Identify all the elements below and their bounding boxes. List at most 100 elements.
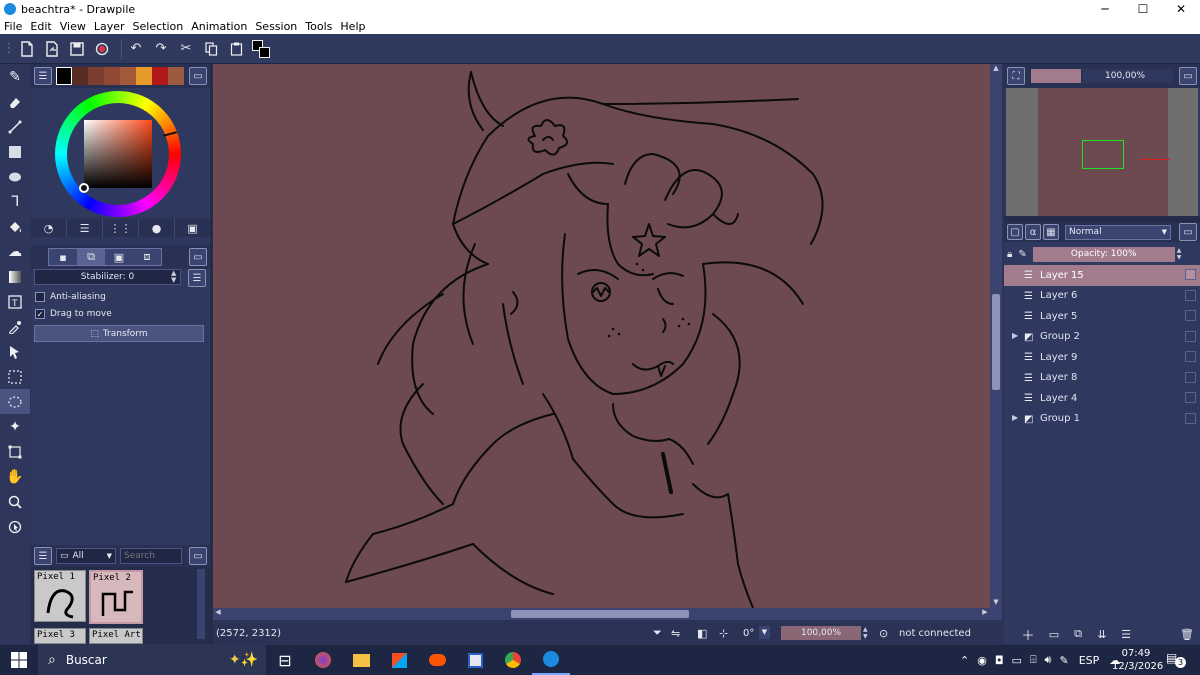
layer-visibility-checkbox[interactable] (1185, 289, 1196, 301)
layer-row[interactable]: ☰ Layer 4 (1004, 388, 1200, 409)
layer-row[interactable]: ☰ Layer 8 (1004, 368, 1200, 389)
chrome-icon[interactable] (494, 645, 532, 675)
rotation-value[interactable]: 0° (743, 628, 754, 639)
file-explorer-icon[interactable] (342, 645, 380, 675)
freehand-brush-icon[interactable]: ✎ (0, 64, 30, 89)
palette-swatch[interactable] (72, 67, 88, 85)
menu-help[interactable]: Help (340, 20, 365, 33)
display-icon[interactable]: ▭ (1012, 654, 1022, 667)
menu-tools[interactable]: Tools (305, 20, 332, 33)
pan-hand-icon[interactable]: ✋ (0, 464, 30, 489)
navigator-float-button[interactable]: ▭ (1179, 67, 1197, 85)
navigator-zoom-slider[interactable] (1031, 69, 1081, 83)
opacity-slider[interactable]: Opacity: 100% (1032, 246, 1175, 262)
color-swatch-icon[interactable] (251, 39, 275, 59)
clock[interactable]: 07:49 12/3/2026 (1112, 647, 1163, 673)
rectangle-select-icon[interactable] (0, 364, 30, 389)
drawing-canvas[interactable] (213, 64, 990, 608)
brush-search-input[interactable] (120, 548, 182, 564)
palette-swatch[interactable] (152, 67, 168, 85)
brushes-menu-button[interactable]: ☰ (34, 547, 52, 565)
rectangle-tool-icon[interactable] (0, 139, 30, 164)
palette-swatch[interactable] (120, 67, 136, 85)
palette-swatch[interactable] (56, 67, 72, 85)
layer-visibility-checkbox[interactable] (1185, 392, 1196, 403)
anti-aliasing-checkbox[interactable] (35, 292, 45, 302)
laser-pointer-icon[interactable] (0, 339, 30, 364)
steam-icon[interactable]: ◉ (977, 654, 987, 667)
line-tool-icon[interactable] (0, 114, 30, 139)
close-button[interactable]: ✕ (1162, 0, 1200, 18)
color-palette-tab[interactable]: ⋮⋮ (103, 219, 139, 237)
palette-swatch[interactable] (168, 67, 184, 85)
copy-icon[interactable] (201, 39, 221, 59)
navigator-view-rect[interactable] (1082, 140, 1124, 169)
stabilizer-spinner[interactable]: ▲ ▼ (171, 270, 180, 284)
canvas-horizontal-scrollbar[interactable]: ◀ ▶ (213, 608, 1002, 620)
maximize-button[interactable]: ☐ (1124, 0, 1162, 18)
stabilizer-value[interactable]: Stabilizer: 0 (34, 269, 181, 285)
rotation-dropdown[interactable]: ▼ (759, 626, 770, 639)
color-sliders-tab[interactable]: ☰ (67, 219, 103, 237)
selection-replace-button[interactable]: ▪ (49, 249, 77, 265)
inspector-icon[interactable] (0, 514, 30, 539)
notification-center-icon[interactable]: ▤ 3 (1166, 651, 1186, 668)
drag-to-move-row[interactable]: ✓ Drag to move (31, 306, 112, 322)
scroll-down-arrow[interactable]: ▼ (990, 598, 1002, 608)
brush-list-scrollbar[interactable] (197, 569, 205, 639)
menu-animation[interactable]: Animation (191, 20, 247, 33)
alpha-lock-icon[interactable]: α (1025, 224, 1041, 240)
layer-visibility-checkbox[interactable] (1185, 310, 1196, 321)
hue-marker[interactable] (162, 131, 178, 137)
save-button[interactable] (67, 39, 87, 59)
navigator-reset-button[interactable]: ⛶ (1007, 67, 1025, 85)
layers-float-button[interactable]: ▭ (1179, 223, 1197, 241)
redo-icon[interactable]: ↷ (151, 39, 171, 59)
brush-preset[interactable]: Pixel 3 (34, 628, 86, 644)
menu-selection[interactable]: Selection (133, 20, 184, 33)
brush-preset[interactable]: Pixel Art (89, 628, 143, 644)
tool-settings-float-button[interactable]: ▭ (189, 248, 207, 266)
group-row[interactable]: ▶ ◩ Group 1 (1004, 409, 1200, 430)
lasso-select-icon[interactable] (0, 389, 30, 414)
windows-start-icon[interactable] (0, 645, 38, 675)
fill-bucket-icon[interactable] (0, 214, 30, 239)
layer-visibility-checkbox[interactable] (1185, 412, 1196, 424)
volume-icon[interactable]: 🔊︎ (1045, 653, 1052, 667)
brush-preset[interactable]: Pixel 1 (34, 570, 86, 622)
expand-chevron-icon[interactable]: ▶ (1012, 331, 1018, 340)
stabilizer-field[interactable]: Stabilizer: 0 (34, 269, 181, 287)
transform-tool-icon[interactable] (0, 439, 30, 464)
drag-to-move-checkbox[interactable]: ✓ (35, 309, 45, 319)
rotation-icon[interactable]: ⊹ (719, 627, 728, 640)
color-wheel-tab[interactable]: ◔ (31, 219, 67, 237)
opacity-spinner[interactable]: ▲ ▼ (1177, 247, 1182, 261)
transform-button[interactable]: ⬚ Transform (34, 325, 204, 342)
layer-properties-icon[interactable]: ☰ (1114, 628, 1138, 641)
paste-icon[interactable] (226, 39, 246, 59)
color-wheel[interactable] (55, 91, 181, 217)
pen-icon[interactable]: ✎ (1059, 654, 1068, 667)
drawpile-taskbar-icon[interactable] (532, 645, 570, 675)
cut-icon[interactable]: ✂ (176, 39, 196, 59)
stabilizer-menu-button[interactable]: ☰ (188, 269, 206, 287)
navigator-preview[interactable] (1006, 88, 1198, 216)
duplicate-layer-icon[interactable]: ⧉ (1066, 627, 1090, 641)
eraser-icon[interactable] (0, 89, 30, 114)
brush-preset-selected[interactable]: Pixel 2 (89, 570, 143, 624)
lock-icon[interactable]: 🔒︎ (1007, 249, 1012, 260)
delete-layer-icon[interactable]: 🗑︎ (1180, 628, 1194, 641)
scroll-up-arrow[interactable]: ▲ (990, 64, 1002, 74)
add-layer-icon[interactable]: ＋ (1014, 625, 1042, 644)
record-button[interactable] (92, 39, 112, 59)
layer-visibility-checkbox[interactable] (1185, 371, 1196, 383)
tray-chevron-up-icon[interactable]: ⌃ (960, 654, 969, 667)
palette-swatch[interactable] (136, 67, 152, 85)
palette-menu-button[interactable]: ☰ (34, 67, 52, 85)
compact-mode-icon[interactable]: ◧ (697, 627, 707, 640)
zoom-icon[interactable] (0, 489, 30, 514)
smudge-tool-icon[interactable]: ☁ (0, 239, 30, 264)
camera-icon[interactable]: ◘ (995, 654, 1004, 667)
annotation-tool-icon[interactable]: T (0, 289, 30, 314)
navigator-zoom-field[interactable]: 100,00% (1083, 69, 1173, 83)
